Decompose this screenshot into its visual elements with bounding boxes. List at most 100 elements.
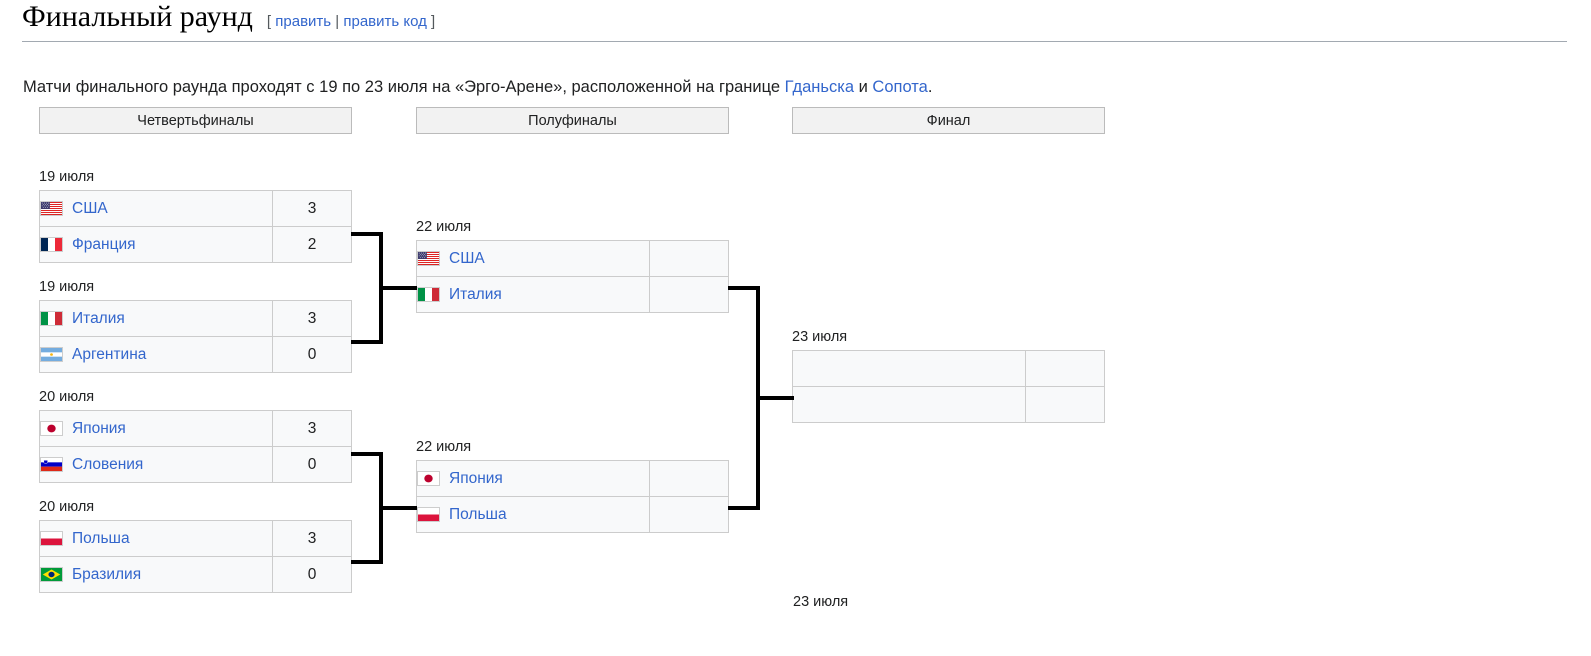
team-cell[interactable]: США xyxy=(39,190,273,227)
table-row[interactable]: Польша 3 xyxy=(39,520,352,557)
round-header-label: Четвертьфиналы xyxy=(137,112,254,129)
round-header-final: Финал xyxy=(792,107,1105,134)
match-date: 20 июля xyxy=(39,389,95,405)
table-row[interactable]: Италия 3 xyxy=(39,300,352,337)
section-heading: Финальный раунд [ править | править код … xyxy=(22,2,1567,42)
team-name[interactable]: Италия xyxy=(449,286,502,304)
team-name[interactable]: Франция xyxy=(72,236,136,254)
score-cell xyxy=(649,496,729,533)
table-row[interactable]: Япония 3 xyxy=(39,410,352,447)
table-row[interactable]: Словения 0 xyxy=(39,446,352,483)
match-date: 22 июля xyxy=(416,439,472,455)
score-cell: 3 xyxy=(272,520,352,557)
table-row[interactable]: США 3 xyxy=(39,190,352,227)
match-semifinal-1: 22 июля США Италия xyxy=(416,218,729,313)
bracket-connector xyxy=(756,396,794,400)
score-cell: 3 xyxy=(272,300,352,337)
match-final: 23 июля xyxy=(792,328,1105,423)
edit-bracket-open: [ xyxy=(266,13,272,30)
match-table: Польша 3 Бразилия 0 xyxy=(39,520,352,593)
match-date: 19 июля xyxy=(39,169,95,185)
flag-slovenia-icon xyxy=(40,457,63,472)
team-cell[interactable] xyxy=(792,350,1026,387)
table-row[interactable]: США xyxy=(416,240,729,277)
table-row[interactable]: Япония xyxy=(416,460,729,497)
team-name[interactable]: Япония xyxy=(449,470,503,488)
team-name[interactable]: Италия xyxy=(72,310,125,328)
score-cell xyxy=(649,240,729,277)
match-semifinal-2: 22 июля Япония Польша xyxy=(416,438,729,533)
match-table: Япония Польша xyxy=(416,460,729,533)
edit-section-link[interactable]: править xyxy=(275,13,331,30)
team-name[interactable]: Аргентина xyxy=(72,346,146,364)
flag-brazil-icon xyxy=(40,567,63,582)
flag-poland-icon xyxy=(40,531,63,546)
match-table: Япония 3 Словения 0 xyxy=(39,410,352,483)
match-quarterfinal-4: 20 июля Польша 3 Бразилия 0 xyxy=(39,498,352,593)
table-row[interactable] xyxy=(792,386,1105,423)
bracket-connector xyxy=(379,286,417,290)
score-cell: 3 xyxy=(272,410,352,447)
edit-separator: | xyxy=(335,13,340,30)
team-cell[interactable]: Италия xyxy=(39,300,273,337)
table-row[interactable]: Италия xyxy=(416,276,729,313)
flag-japan-icon xyxy=(40,421,63,436)
table-row[interactable]: Польша xyxy=(416,496,729,533)
round-header-semifinals: Полуфиналы xyxy=(416,107,729,134)
match-quarterfinal-3: 20 июля Япония 3 Словения 0 xyxy=(39,388,352,483)
team-cell[interactable]: Франция xyxy=(39,226,273,263)
flag-usa-icon xyxy=(417,251,440,266)
score-cell xyxy=(1025,350,1105,387)
table-row[interactable] xyxy=(792,350,1105,387)
match-date: 23 июля xyxy=(792,329,848,345)
team-name[interactable]: США xyxy=(449,250,485,268)
link-sopot[interactable]: Сопота xyxy=(872,78,927,96)
team-name[interactable]: Япония xyxy=(72,420,126,438)
intro-text-1: Матчи финального раунда проходят с 19 по… xyxy=(23,77,785,96)
team-cell[interactable] xyxy=(792,386,1026,423)
team-name[interactable]: Польша xyxy=(449,506,507,524)
score-cell: 3 xyxy=(272,190,352,227)
score-cell: 0 xyxy=(272,446,352,483)
flag-japan-icon xyxy=(417,471,440,486)
team-name[interactable]: Словения xyxy=(72,456,143,474)
section-edit-links: [ править | править код ] xyxy=(267,13,435,30)
table-row[interactable]: Франция 2 xyxy=(39,226,352,263)
intro-paragraph: Матчи финального раунда проходят с 19 по… xyxy=(23,75,932,100)
intro-text-2: и xyxy=(854,77,873,96)
table-row[interactable]: Аргентина 0 xyxy=(39,336,352,373)
edit-source-link[interactable]: править код xyxy=(343,13,427,30)
team-name[interactable]: Польша xyxy=(72,530,130,548)
intro-text-3: . xyxy=(927,77,933,96)
score-cell xyxy=(649,276,729,313)
team-cell[interactable]: Словения xyxy=(39,446,273,483)
team-name[interactable]: Бразилия xyxy=(72,566,141,584)
score-cell: 0 xyxy=(272,336,352,373)
team-cell[interactable]: Польша xyxy=(416,496,650,533)
flag-poland-icon xyxy=(417,507,440,522)
third-place-match-date: 23 июля xyxy=(793,594,849,610)
team-cell[interactable]: Италия xyxy=(416,276,650,313)
link-gdansk[interactable]: Гданьска xyxy=(785,78,854,96)
match-table xyxy=(792,350,1105,423)
team-cell[interactable]: Япония xyxy=(416,460,650,497)
round-header-label: Полуфиналы xyxy=(528,112,617,129)
table-row[interactable]: Бразилия 0 xyxy=(39,556,352,593)
match-quarterfinal-2: 19 июля Италия 3 Аргентина 0 xyxy=(39,278,352,373)
match-date: 20 июля xyxy=(39,499,95,515)
round-header-label: Финал xyxy=(926,112,971,129)
team-cell[interactable]: США xyxy=(416,240,650,277)
score-cell xyxy=(1025,386,1105,423)
match-table: США Италия xyxy=(416,240,729,313)
flag-italy-icon xyxy=(417,287,440,302)
round-header-quarterfinals: Четвертьфиналы xyxy=(39,107,352,134)
team-cell[interactable]: Польша xyxy=(39,520,273,557)
team-cell[interactable]: Аргентина xyxy=(39,336,273,373)
team-name[interactable]: США xyxy=(72,200,108,218)
flag-usa-icon xyxy=(40,201,63,216)
match-date: 22 июля xyxy=(416,219,472,235)
match-table: США 3 Франция 2 xyxy=(39,190,352,263)
team-cell[interactable]: Бразилия xyxy=(39,556,273,593)
team-cell[interactable]: Япония xyxy=(39,410,273,447)
edit-bracket-close: ] xyxy=(431,13,436,30)
